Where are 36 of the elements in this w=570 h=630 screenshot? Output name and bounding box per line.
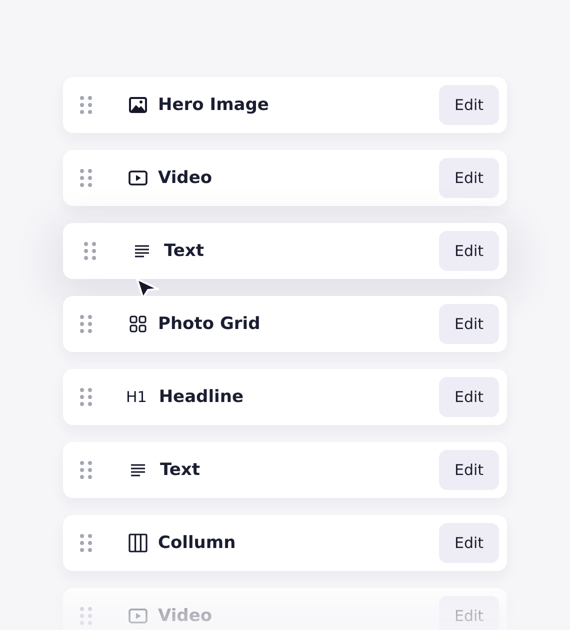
drag-handle-icon[interactable] (80, 388, 92, 406)
drag-handle-icon[interactable] (80, 169, 92, 187)
block-row[interactable]: Video Edit (63, 150, 507, 206)
block-title: Collumn (158, 533, 237, 553)
edit-button[interactable]: Edit (439, 377, 499, 417)
drag-handle-icon[interactable] (84, 242, 96, 260)
block-title: Headline (158, 387, 245, 407)
block-row[interactable]: H1 Headline Edit (63, 369, 507, 425)
block-row[interactable]: Text Edit (63, 223, 507, 279)
columns-icon (128, 533, 148, 553)
edit-button[interactable]: Edit (439, 450, 499, 490)
drag-handle-icon[interactable] (80, 461, 92, 479)
edit-button[interactable]: Edit (439, 304, 499, 344)
block-title: Text (160, 460, 201, 480)
edit-button[interactable]: Edit (439, 231, 499, 271)
block-row[interactable]: Collumn Edit (63, 515, 507, 571)
block-title: Photo Grid (158, 314, 262, 334)
play-icon (128, 168, 148, 188)
drag-handle-icon[interactable] (80, 315, 92, 333)
edit-button[interactable]: Edit (439, 85, 499, 125)
block-title: Hero Image (158, 95, 270, 115)
drag-handle-icon[interactable] (80, 607, 92, 625)
block-row[interactable]: Hero Image Edit (63, 77, 507, 133)
block-title: Video (158, 606, 214, 626)
edit-button[interactable]: Edit (439, 158, 499, 198)
block-title: Video (158, 168, 214, 188)
heading-label: H1 (126, 388, 147, 406)
drag-handle-icon[interactable] (80, 96, 92, 114)
edit-button[interactable]: Edit (439, 523, 499, 563)
block-row[interactable]: Photo Grid Edit (63, 296, 507, 352)
block-title: Text (164, 241, 205, 261)
image-icon (128, 95, 148, 115)
block-row[interactable]: Text Edit (63, 442, 507, 498)
play-icon (128, 606, 148, 626)
grid-icon (128, 314, 148, 334)
drag-handle-icon[interactable] (80, 534, 92, 552)
